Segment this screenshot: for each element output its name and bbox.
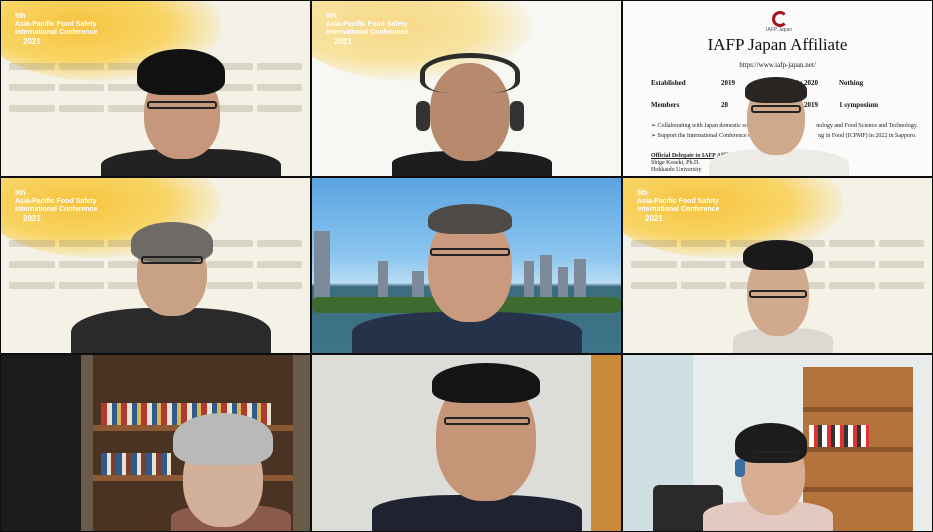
participant-tile-6[interactable]: 5th Asia-Pacific Food Safety Internation… <box>622 177 933 354</box>
headset-band <box>420 53 520 93</box>
conference-title: 5th Asia-Pacific Food Safety Internation… <box>326 13 409 36</box>
participant-tile-7[interactable] <box>0 354 311 532</box>
participant-tile-9[interactable] <box>622 354 933 532</box>
headset-earpiece-icon <box>416 101 430 131</box>
glasses <box>749 290 807 298</box>
headset-earpiece-icon <box>510 101 524 131</box>
participant-tile-3-shared-slide[interactable]: IAFP Japan IAFP Japan Affiliate https://… <box>622 0 933 177</box>
books <box>809 425 869 447</box>
wall-edge <box>591 355 621 531</box>
glasses <box>430 248 510 256</box>
city-building <box>524 261 534 301</box>
conference-title: 5th Asia-Pacific Food Safety Internation… <box>637 190 720 213</box>
city-building <box>378 261 388 301</box>
shelf-board <box>803 407 913 412</box>
conference-title: 5th Asia-Pacific Food Safety Internation… <box>15 190 98 213</box>
glasses <box>751 105 801 113</box>
black-cap <box>137 49 225 95</box>
conference-year: 2021 <box>334 37 352 46</box>
participant-hair <box>745 77 807 103</box>
participant-hair <box>173 413 273 465</box>
slide-url: https://www.iafp-japan.net/ <box>739 61 816 69</box>
participant-hair <box>432 363 540 403</box>
shelf-board <box>803 487 913 492</box>
participant-tile-8[interactable] <box>311 354 622 532</box>
city-building <box>314 231 330 301</box>
slide-title: IAFP Japan Affiliate <box>707 35 848 54</box>
participant-tile-5[interactable] <box>311 177 622 354</box>
books <box>101 453 171 475</box>
conference-year: 2021 <box>645 214 663 223</box>
city-building <box>558 267 568 301</box>
glasses <box>141 256 203 264</box>
participant-hair <box>743 240 813 270</box>
glasses <box>444 417 530 425</box>
shelf-board <box>803 447 913 452</box>
conference-title: 5th Asia-Pacific Food Safety Internation… <box>15 13 98 36</box>
video-grid: 5th Asia-Pacific Food Safety Internation… <box>0 0 933 532</box>
participant-hair <box>428 204 512 234</box>
slide-logo-text: IAFP Japan <box>766 27 793 33</box>
participant-tile-4[interactable]: 5th Asia-Pacific Food Safety Internation… <box>0 177 311 354</box>
conference-year: 2021 <box>23 214 41 223</box>
iafp-japan-logo-icon <box>772 11 788 27</box>
glasses <box>147 101 217 109</box>
wall <box>1 355 81 531</box>
participant-tile-1[interactable]: 5th Asia-Pacific Food Safety Internation… <box>0 0 311 177</box>
city-building <box>574 259 586 301</box>
participant-tile-2[interactable]: 5th Asia-Pacific Food Safety Internation… <box>311 0 622 177</box>
city-building <box>540 255 552 301</box>
conference-year: 2021 <box>23 37 41 46</box>
headset-earpiece-icon <box>735 459 745 477</box>
glasses <box>751 451 799 459</box>
